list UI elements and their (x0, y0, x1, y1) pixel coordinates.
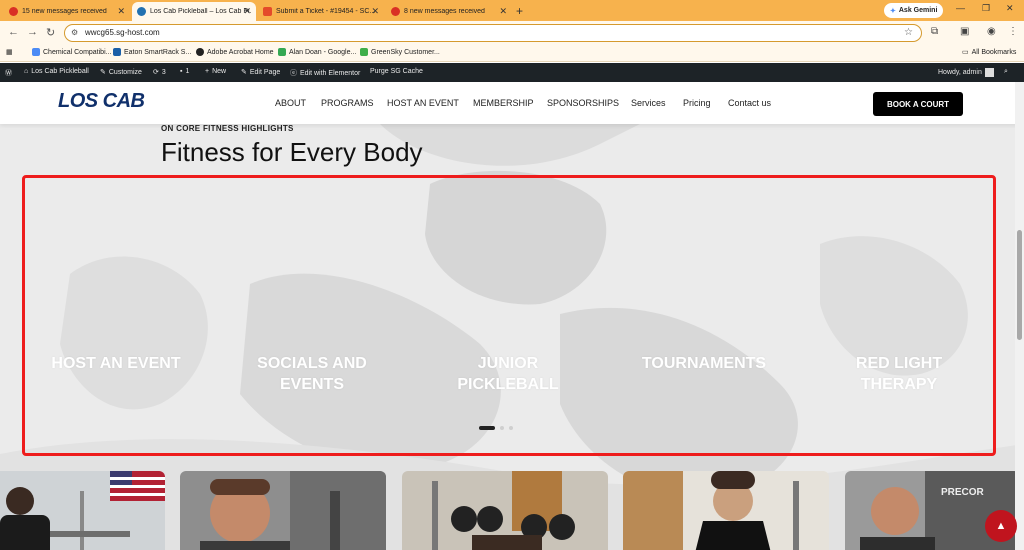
ask-gemini-button[interactable]: ✦ Ask Gemini (884, 3, 944, 18)
close-tab-icon[interactable]: ✕ (371, 6, 379, 17)
section-kicker: ON CORE FITNESS HIGHLIGHTS (161, 124, 294, 133)
carousel-slide-junior-pickleball[interactable]: JUNIOR PICKLEBALL (428, 353, 588, 395)
nav-sponsorships[interactable]: SPONSORSHIPS (547, 98, 619, 108)
bookmark-favicon-icon (360, 48, 368, 56)
browser-tab-2[interactable]: Los Cab Pickleball – Los Cab Pi... ✕ (132, 2, 256, 21)
address-bar[interactable]: ⚙ wwcg65.sg-host.com ☆ (64, 24, 922, 42)
new-tab-button[interactable]: + (516, 4, 523, 18)
bookmark-favicon-icon (113, 48, 121, 56)
page-scrollbar[interactable] (1015, 82, 1024, 550)
ticket-icon (263, 7, 272, 16)
section-title: Fitness for Every Body (161, 137, 423, 167)
plus-icon: + (205, 68, 210, 75)
close-tab-icon[interactable]: ✕ (117, 6, 125, 17)
profile-icon[interactable]: ◉ (987, 26, 996, 37)
carousel-dot[interactable] (509, 426, 513, 430)
nav-membership[interactable]: MEMBERSHIP (473, 98, 534, 108)
reload-icon[interactable]: ↻ (46, 26, 55, 39)
menu-icon[interactable]: ⋮ (1008, 26, 1018, 37)
carousel-slide-red-light-therapy[interactable]: RED LIGHT THERAPY (819, 353, 979, 395)
bookmark-item[interactable]: GreenSky Customer... (360, 48, 440, 56)
browser-tab-4[interactable]: 8 new messages received ✕ (386, 2, 512, 21)
close-tab-icon[interactable]: ✕ (243, 6, 251, 17)
pencil-icon: ✎ (241, 69, 247, 76)
brush-icon: ✎ (100, 69, 106, 76)
folder-icon: ▭ (962, 49, 969, 56)
gmail-icon (391, 7, 400, 16)
nav-about[interactable]: ABOUT (275, 98, 306, 108)
close-window-icon[interactable]: ✕ (1006, 3, 1014, 14)
browser-tab-1[interactable]: 15 new messages received ✕ (4, 2, 130, 21)
tab-search-icon[interactable]: ▣ (960, 26, 969, 37)
carousel-slide-host-an-event[interactable]: HOST AN EVENT (36, 353, 196, 374)
bookmark-favicon-icon (32, 48, 40, 56)
gallery-thumbnail[interactable] (623, 471, 829, 550)
admin-purge-cache[interactable]: Purge SG Cache (370, 68, 423, 75)
browser-tab-strip: 15 new messages received ✕ Los Cab Pickl… (0, 0, 1024, 21)
admin-updates[interactable]: ⟳ 3 (153, 68, 166, 77)
minimize-icon[interactable]: — (956, 3, 965, 13)
nav-host-an-event[interactable]: HOST AN EVENT (387, 98, 459, 108)
updates-icon: ⟳ (153, 69, 159, 76)
admin-edit-elementor[interactable]: ⓔ Edit with Elementor (290, 68, 360, 78)
site-header: LOS CAB ABOUT PROGRAMS HOST AN EVENT MEM… (0, 82, 1024, 124)
all-bookmarks[interactable]: ▭ All Bookmarks (962, 48, 1016, 57)
apps-grid-icon[interactable]: ▦ (6, 48, 13, 56)
bookmark-star-icon[interactable]: ☆ (904, 27, 913, 38)
wp-admin-bar: Ⓦ ⌂ Los Cab Pickleball ✎ Customize ⟳ 3 ▪ 1 +… (0, 63, 1024, 82)
nav-pricing[interactable]: Pricing (683, 98, 711, 108)
carousel-highlight-box (22, 175, 996, 456)
gallery-thumbnail[interactable] (0, 471, 165, 550)
fitness-highlights-section: ON CORE FITNESS HIGHLIGHTS Fitness for E… (0, 124, 1024, 550)
elementor-icon: ⓔ (290, 70, 297, 77)
wordpress-icon (137, 7, 146, 16)
back-icon[interactable]: ← (8, 26, 19, 38)
bookmark-item[interactable]: Alan Doan - Google... (278, 48, 356, 56)
bookmark-favicon-icon (278, 48, 286, 56)
browser-toolbar: ← → ↻ ⚙ wwcg65.sg-host.com ☆ ⧉ ▣ ◉ ⋮ (0, 21, 1024, 45)
nav-programs[interactable]: PROGRAMS (321, 98, 374, 108)
bookmark-favicon-icon (196, 48, 204, 56)
wordpress-logo-icon[interactable]: Ⓦ (5, 68, 12, 78)
carousel-dot[interactable] (479, 426, 495, 430)
close-tab-icon[interactable]: ✕ (499, 6, 507, 17)
url-text: wwcg65.sg-host.com (85, 28, 160, 37)
carousel-dot[interactable] (500, 426, 504, 430)
gallery-thumbnail[interactable] (402, 471, 608, 550)
forward-icon[interactable]: → (27, 26, 38, 38)
scrollbar-thumb[interactable] (1017, 230, 1022, 340)
gmail-icon (9, 7, 18, 16)
bookmark-item[interactable]: Adobe Acrobat Home (196, 48, 274, 56)
admin-edit-page[interactable]: ✎ Edit Page (241, 68, 280, 77)
site-info-icon[interactable]: ⚙ (71, 28, 78, 37)
extensions-icon[interactable]: ⧉ (931, 26, 938, 37)
gemini-sparkle-icon: ✦ (890, 7, 896, 15)
admin-account[interactable]: Howdy, admin (938, 68, 994, 77)
nav-contact-us[interactable]: Contact us (728, 98, 771, 108)
svg-text:PRECOR: PRECOR (941, 487, 985, 498)
avatar (984, 68, 994, 77)
bookmark-item[interactable]: Eaton SmartRack S... (113, 48, 191, 56)
chevron-up-icon: ▲ (995, 520, 1007, 532)
browser-tab-3[interactable]: Submit a Ticket - #19454 - SC... ✕ (258, 2, 384, 21)
admin-customize[interactable]: ✎ Customize (100, 68, 142, 77)
site-logo[interactable]: LOS CAB (58, 90, 145, 113)
restore-icon[interactable]: ❐ (982, 3, 990, 14)
book-a-court-button[interactable]: BOOK A COURT (873, 92, 963, 116)
admin-new[interactable]: + New (205, 68, 226, 75)
admin-search-icon[interactable]: ⌕ (1004, 68, 1008, 76)
nav-services[interactable]: Services (631, 98, 666, 108)
home-icon: ⌂ (24, 68, 29, 75)
bookmark-item[interactable]: Chemical Compatibi... (32, 48, 111, 56)
admin-comments[interactable]: ▪ 1 (180, 68, 189, 75)
admin-site-name[interactable]: ⌂ Los Cab Pickleball (24, 68, 89, 75)
scroll-to-top-button[interactable]: ▲ (985, 510, 1017, 542)
gallery-thumbnail[interactable] (180, 471, 386, 550)
bookmarks-bar: ▦ Chemical Compatibi... Eaton SmartRack … (0, 45, 1024, 62)
carousel-slide-tournaments[interactable]: TOURNAMENTS (624, 353, 784, 374)
carousel-slide-socials-and-events[interactable]: SOCIALS AND EVENTS (232, 353, 392, 395)
comment-icon: ▪ (180, 68, 183, 75)
